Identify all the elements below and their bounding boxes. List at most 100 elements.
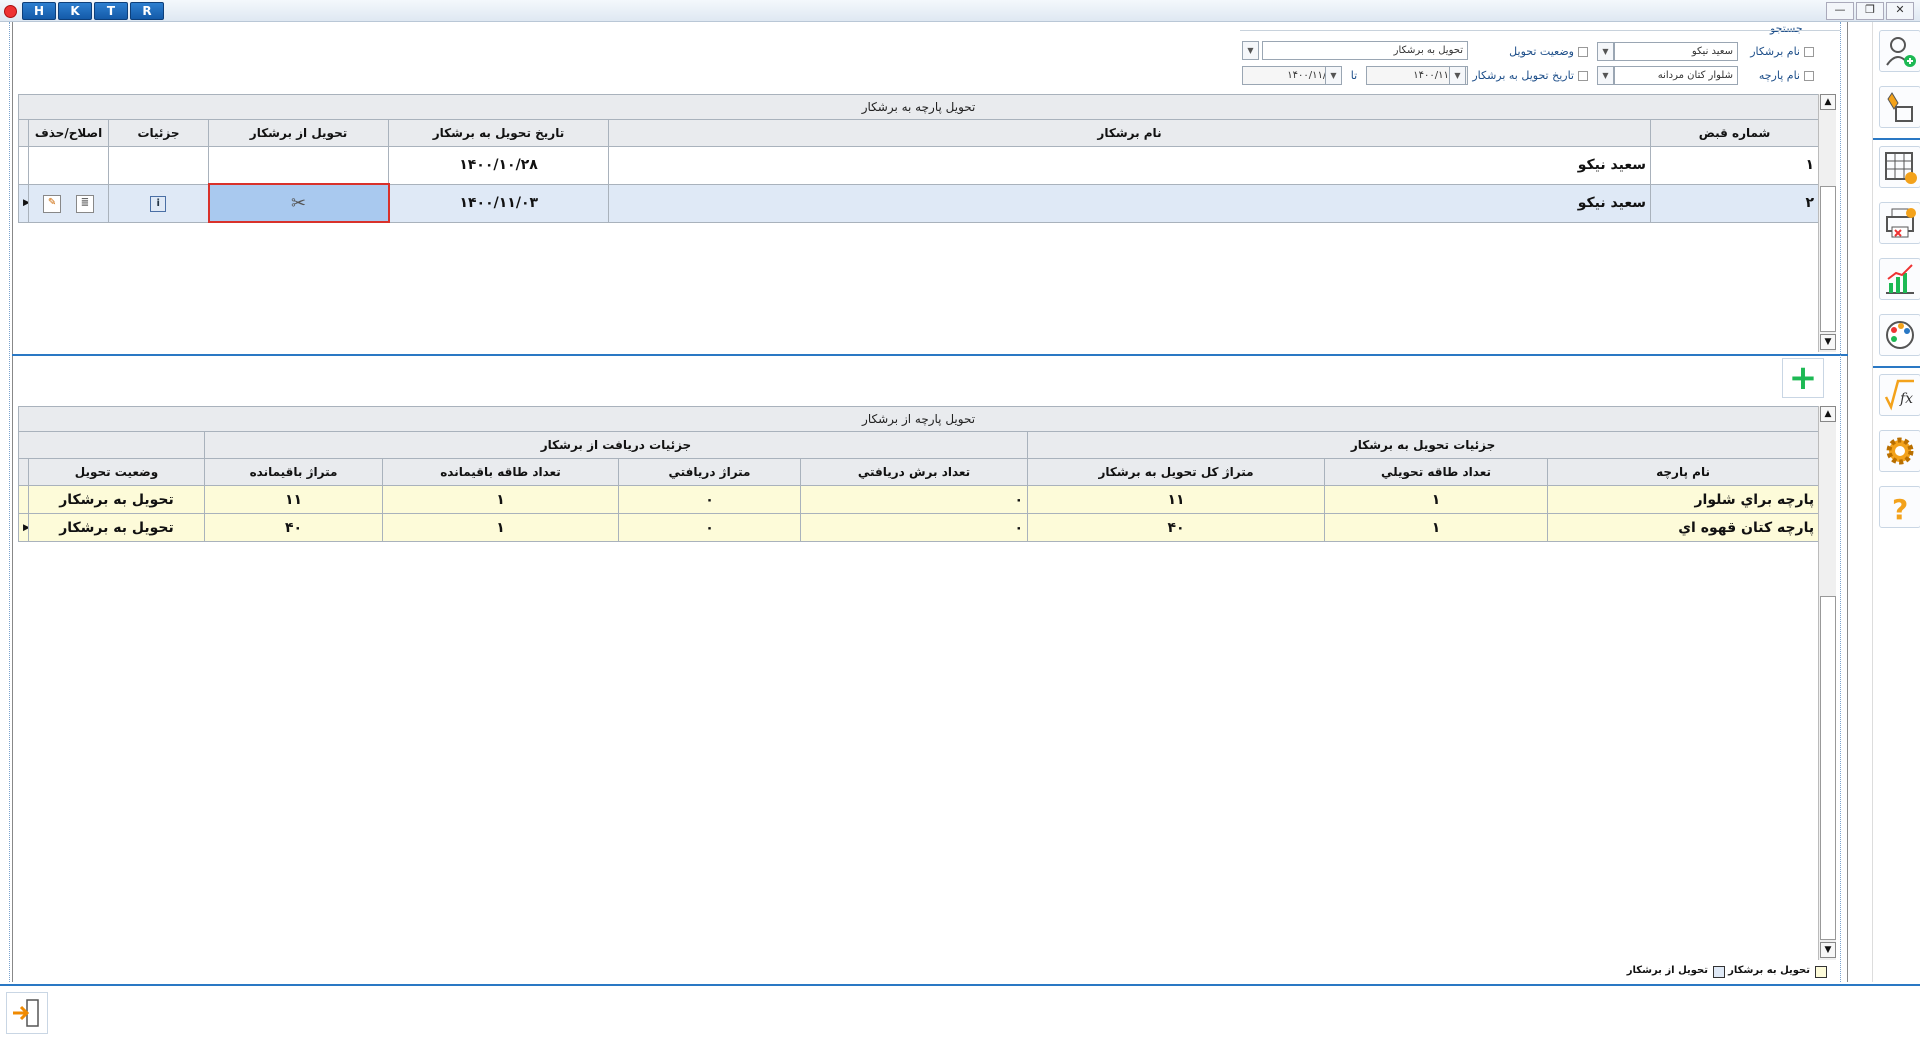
- add-button[interactable]: +: [1782, 358, 1824, 398]
- edit-icon[interactable]: ✎: [43, 195, 62, 213]
- chart-button[interactable]: [1879, 258, 1920, 300]
- help-button[interactable]: ?: [1879, 486, 1920, 528]
- tools-button[interactable]: [1879, 86, 1920, 128]
- row-indicator-header: [18, 119, 29, 147]
- col-remaining-meters[interactable]: متراژ باقيمانده: [204, 458, 383, 486]
- title-bar: H K T R — ❐ ✕: [0, 0, 1920, 22]
- add-user-button[interactable]: [1879, 30, 1920, 72]
- close-dot-icon[interactable]: [4, 5, 17, 18]
- shortcut-h-button[interactable]: H: [22, 2, 56, 20]
- receipt-number-cell: ۲: [1649, 183, 1820, 223]
- receive-cell[interactable]: [208, 146, 389, 185]
- toolbar-separator: [1873, 138, 1920, 140]
- scroll-up-icon[interactable]: ▲: [1820, 406, 1836, 422]
- top-grid-scrollbar[interactable]: ▲ ▼: [1818, 94, 1836, 352]
- legend-swatch-to-cutter: [1815, 966, 1827, 978]
- col-delivered-rolls[interactable]: تعداد طاقه تحويلي: [1324, 458, 1548, 486]
- gear-icon: [1886, 437, 1914, 465]
- col-delivery-status[interactable]: وضعيت تحويل: [28, 458, 205, 486]
- total-meters-cell: ۱۱: [1027, 485, 1325, 514]
- print-button[interactable]: [1879, 202, 1920, 244]
- edit-delete-cell[interactable]: ✎ ≣: [28, 183, 109, 223]
- customer-name-dropdown-icon[interactable]: ▼: [1597, 42, 1614, 61]
- col-details[interactable]: جزئيات: [108, 119, 209, 147]
- details-cell[interactable]: [108, 146, 209, 185]
- grid-splitter[interactable]: [12, 354, 1848, 356]
- row-indicator-header: [18, 458, 29, 486]
- top-grid: تحويل پارچه به برشكار اصلاح/حذف جزئيات ت…: [17, 94, 1820, 223]
- help-icon: ?: [1892, 493, 1908, 526]
- delivery-status-dropdown-icon[interactable]: ▼: [1242, 41, 1259, 60]
- fabric-name-cell: پارچه براي شلوار: [1546, 485, 1820, 514]
- row-indicator-arrow-icon: ▶: [18, 183, 29, 223]
- col-total-meters[interactable]: متراژ كل تحويل به برشكار: [1027, 458, 1325, 486]
- table-row[interactable]: ▶ تحويل به برشكار ۴۰ ۱ ۰ ۰ ۴۰ ۱ پارچه كت…: [18, 513, 1820, 542]
- formula-button[interactable]: fx: [1879, 374, 1920, 416]
- bottom-grid-scrollbar[interactable]: ▲ ▼: [1818, 406, 1836, 960]
- col-cutter-name[interactable]: نام برشكار: [608, 119, 1651, 147]
- scroll-down-icon[interactable]: ▼: [1820, 334, 1836, 350]
- bar-chart-icon: [1886, 264, 1914, 294]
- col-received-cuts[interactable]: تعداد برش دريافتي: [800, 458, 1028, 486]
- scissors-icon[interactable]: ✂: [207, 183, 390, 223]
- restore-button[interactable]: ❐: [1856, 2, 1884, 20]
- edit-delete-cell[interactable]: [28, 146, 109, 185]
- palette-icon: [1886, 321, 1914, 349]
- remaining-rolls-cell: ۱: [382, 513, 619, 542]
- col-received-meters[interactable]: متراژ دريافتي: [618, 458, 801, 486]
- table-row[interactable]: تحويل به برشكار ۱۱ ۱ ۰ ۰ ۱۱ ۱ پارچه براي…: [18, 485, 1820, 514]
- col-delivery-date[interactable]: تاريخ تحويل به برشكار: [388, 119, 609, 147]
- delivery-status-checkbox[interactable]: [1578, 47, 1588, 57]
- scroll-thumb[interactable]: [1820, 596, 1836, 940]
- close-button[interactable]: ✕: [1886, 2, 1914, 20]
- group-header-receive: جزئيات دريافت از برشكار: [204, 431, 1028, 459]
- delivered-rolls-cell: ۱: [1324, 513, 1548, 542]
- delivery-date-checkbox[interactable]: [1578, 71, 1588, 81]
- fabric-name-combo[interactable]: شلوار كتان مردانه: [1614, 66, 1738, 85]
- scroll-up-icon[interactable]: ▲: [1820, 94, 1836, 110]
- shortcut-t-button[interactable]: T: [94, 2, 128, 20]
- info-icon[interactable]: i: [150, 196, 167, 212]
- delivery-status-label: وضعيت تحويل: [1509, 45, 1574, 58]
- customer-name-label: نام برشکار: [1750, 45, 1800, 58]
- col-edit-delete[interactable]: اصلاح/حذف: [28, 119, 109, 147]
- status-cell: تحويل به برشكار: [28, 513, 205, 542]
- total-meters-cell: ۴۰: [1027, 513, 1325, 542]
- spreadsheet-button[interactable]: [1879, 146, 1920, 188]
- col-receipt-number[interactable]: شماره قبض: [1649, 119, 1820, 147]
- fabric-name-dropdown-icon[interactable]: ▼: [1597, 66, 1614, 85]
- date-from-dropdown-icon[interactable]: ▼: [1449, 66, 1466, 85]
- delete-icon[interactable]: ≣: [75, 195, 94, 213]
- date-to-dropdown-icon[interactable]: ▼: [1325, 66, 1342, 85]
- settings-button[interactable]: [1879, 430, 1920, 472]
- bottom-grid-title: تحويل پارچه از برشكار: [17, 406, 1820, 432]
- fabric-name-label: نام پارچه: [1758, 69, 1800, 82]
- shortcut-r-button[interactable]: R: [130, 2, 164, 20]
- cutter-name-cell: سعيد نيكو: [608, 146, 1651, 185]
- remaining-meters-cell: ۴۰: [204, 513, 383, 542]
- wrench-icon: [1887, 92, 1913, 122]
- col-fabric-name[interactable]: نام پارچه: [1546, 458, 1820, 486]
- delivery-status-combo[interactable]: تحويل به برشكار: [1262, 41, 1468, 60]
- status-cell: تحويل به برشكار: [28, 485, 205, 514]
- scroll-thumb[interactable]: [1820, 186, 1836, 332]
- fabric-name-checkbox[interactable]: [1804, 71, 1814, 81]
- shortcut-k-button[interactable]: K: [58, 2, 92, 20]
- customer-name-checkbox[interactable]: [1804, 47, 1814, 57]
- cutter-name-cell: سعيد نيكو: [608, 183, 1651, 223]
- details-cell[interactable]: i: [108, 183, 209, 223]
- exit-button[interactable]: [6, 992, 48, 1034]
- col-receive-from-cutter[interactable]: تحويل از برشكار: [208, 119, 389, 147]
- theme-button[interactable]: [1879, 314, 1920, 356]
- right-splitter[interactable]: [1840, 22, 1848, 982]
- right-toolbar: fx ?: [1872, 22, 1920, 982]
- left-splitter[interactable]: [2, 22, 10, 982]
- minimize-button[interactable]: —: [1826, 2, 1854, 20]
- customer-name-combo[interactable]: سعيد نيكو: [1614, 42, 1738, 61]
- col-remaining-rolls[interactable]: تعداد طاقه باقيمانده: [382, 458, 619, 486]
- table-row[interactable]: ۱۴۰۰/۱۰/۲۸ سعيد نيكو ۱: [18, 146, 1820, 185]
- svg-text:fx: fx: [1899, 391, 1913, 407]
- table-row[interactable]: ▶ ✎ ≣ i ✂ ۱۴۰۰/۱۱/۰۳ سعيد نيكو ۲: [18, 183, 1820, 223]
- scroll-down-icon[interactable]: ▼: [1820, 942, 1836, 958]
- search-divider: [1240, 30, 1840, 31]
